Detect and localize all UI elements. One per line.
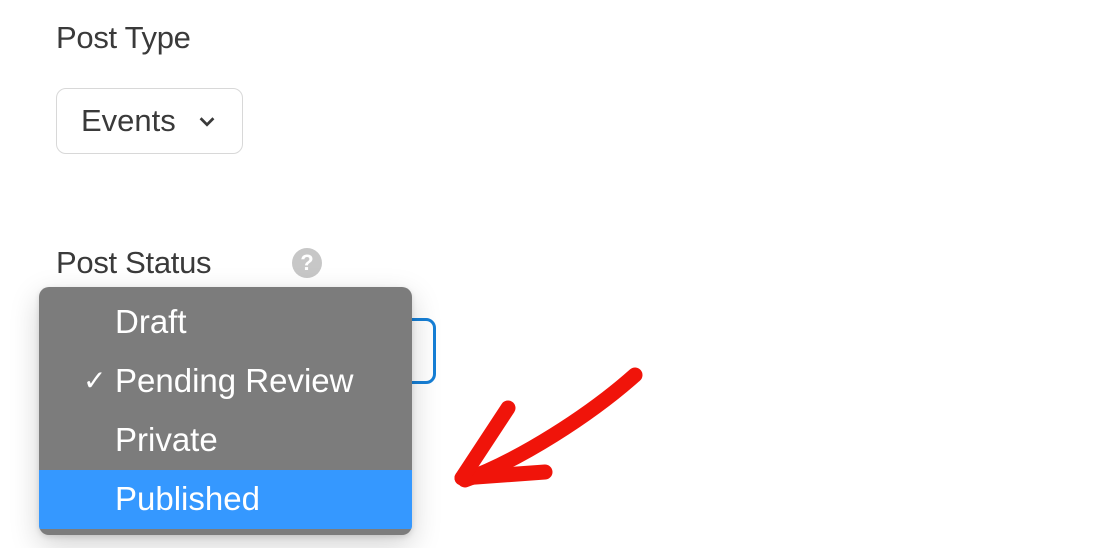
post-type-selected-value: Events xyxy=(81,103,176,139)
dropdown-item-label: Published xyxy=(115,480,260,517)
help-icon[interactable]: ? xyxy=(292,248,322,278)
annotation-arrow-icon xyxy=(430,370,670,535)
post-type-label: Post Type xyxy=(56,20,191,55)
dropdown-item-label: Pending Review xyxy=(115,362,353,399)
dropdown-item-published[interactable]: Published xyxy=(39,470,412,529)
chevron-down-icon xyxy=(194,108,220,134)
post-type-select[interactable]: Events xyxy=(56,88,243,154)
check-icon: ✓ xyxy=(83,363,106,399)
post-status-label: Post Status xyxy=(56,245,211,280)
dropdown-item-draft[interactable]: Draft xyxy=(39,293,412,352)
dropdown-item-label: Draft xyxy=(115,303,187,340)
dropdown-item-pending-review[interactable]: ✓ Pending Review xyxy=(39,352,412,411)
post-status-dropdown[interactable]: Draft ✓ Pending Review Private Published xyxy=(39,287,412,535)
dropdown-item-private[interactable]: Private xyxy=(39,411,412,470)
help-glyph: ? xyxy=(300,250,313,276)
dropdown-item-label: Private xyxy=(115,421,218,458)
